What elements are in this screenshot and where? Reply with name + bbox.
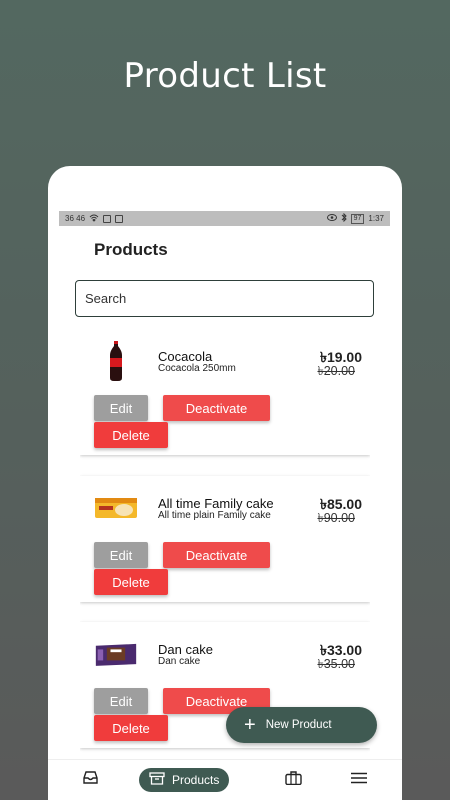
battery-icon: 97 — [350, 213, 365, 224]
archive-icon — [149, 772, 165, 788]
nav-business[interactable] — [281, 760, 305, 800]
product-name: Cocacola — [158, 349, 213, 364]
edit-button[interactable]: Edit — [94, 688, 148, 714]
product-description: Dan cake — [158, 656, 201, 667]
cola-bottle-image — [94, 341, 138, 381]
menu-icon — [351, 771, 367, 789]
edit-button[interactable]: Edit — [94, 395, 148, 421]
product-old-price: ৳90.00 — [317, 511, 355, 525]
product-list: Cocacola Cocacola 250mm ৳19.00 ৳20.00 Ed… — [80, 329, 370, 759]
cake-pack-image — [94, 634, 138, 674]
eye-icon — [326, 214, 337, 223]
phone-screen: 36 46 97 1:37 Products Search Cocacola C… — [48, 166, 402, 800]
search-input[interactable] — [75, 280, 374, 317]
nav-menu[interactable] — [347, 760, 371, 800]
product-name: All time Family cake — [158, 496, 274, 511]
headline: Product List — [123, 56, 327, 96]
new-product-button[interactable]: + New Product — [226, 707, 377, 743]
deactivate-button[interactable]: Deactivate — [163, 395, 270, 421]
new-product-label: New Product — [265, 719, 332, 731]
bluetooth-icon — [341, 212, 347, 224]
briefcase-icon — [284, 770, 302, 790]
product-card: Cocacola Cocacola 250mm ৳19.00 ৳20.00 Ed… — [80, 329, 370, 455]
product-description: Cocacola 250mm — [158, 363, 236, 374]
product-card: All time Family cake All time plain Fami… — [80, 476, 370, 602]
edit-button[interactable]: Edit — [94, 542, 148, 568]
status-bar: 36 46 97 1:37 — [59, 211, 390, 226]
inbox-icon — [82, 771, 98, 789]
clock-text: 1:37 — [368, 214, 384, 223]
plus-icon: + — [244, 714, 256, 736]
product-name: Dan cake — [158, 642, 213, 657]
product-old-price: ৳20.00 — [317, 364, 355, 378]
delete-button[interactable]: Delete — [94, 422, 168, 448]
page-title: Products — [94, 240, 168, 259]
product-old-price: ৳35.00 — [317, 657, 355, 671]
bottom-navigation: Products — [48, 759, 402, 799]
delete-button[interactable]: Delete — [94, 715, 168, 741]
app-notification-icon — [103, 214, 112, 223]
nav-inbox[interactable] — [78, 760, 102, 800]
product-description: All time plain Family cake — [158, 510, 271, 521]
deactivate-button[interactable]: Deactivate — [163, 542, 270, 568]
nav-products-label: Products — [172, 773, 220, 787]
download-notification-icon — [115, 214, 124, 223]
cake-box-image — [94, 488, 138, 528]
delete-button[interactable]: Delete — [94, 569, 168, 595]
signal-text: 36 46 — [65, 214, 86, 223]
nav-products[interactable]: Products — [139, 768, 230, 792]
wifi-icon — [89, 214, 99, 224]
